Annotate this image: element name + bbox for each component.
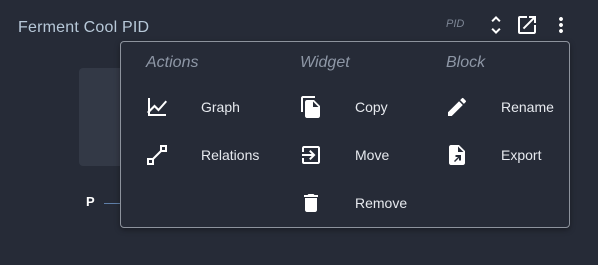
menu-item-remove[interactable]: Remove xyxy=(275,183,421,223)
widget-heading: Widget xyxy=(300,54,350,71)
move-icon xyxy=(299,143,323,167)
trash-icon xyxy=(299,191,323,215)
actions-heading: Actions xyxy=(146,54,199,71)
copy-icon xyxy=(299,95,323,119)
menu-item-export[interactable]: Export xyxy=(421,135,567,175)
widget-title: Ferment Cool PID xyxy=(18,19,150,36)
menu-item-label: Graph xyxy=(201,99,240,115)
menu-item-rename[interactable]: Rename xyxy=(421,87,567,127)
relations-icon xyxy=(145,143,169,167)
menu-item-copy[interactable]: Copy xyxy=(275,87,421,127)
menu-item-label: Move xyxy=(355,147,390,163)
open-in-new-icon[interactable] xyxy=(515,13,539,37)
menu-item-label: Relations xyxy=(201,147,260,163)
chart-line-icon xyxy=(145,95,169,119)
menu-item-label: Rename xyxy=(501,99,554,115)
more-vertical-icon[interactable] xyxy=(549,13,573,37)
pencil-icon xyxy=(445,95,469,119)
expand-collapse-icon[interactable] xyxy=(484,13,508,37)
menu-item-graph[interactable]: Graph xyxy=(121,87,275,127)
menu-item-move[interactable]: Move xyxy=(275,135,421,175)
menu-item-label: Export xyxy=(501,147,542,163)
widget-type-label: PID xyxy=(446,18,465,30)
menu-item-relations[interactable]: Relations xyxy=(121,135,275,175)
export-file-icon xyxy=(445,143,469,167)
menu-item-label: Copy xyxy=(355,99,388,115)
widget-actions-menu: Actions Widget Block Graph Relations Cop… xyxy=(120,41,570,228)
block-heading: Block xyxy=(446,54,486,71)
menu-item-label: Remove xyxy=(355,195,408,211)
p-term-label: P xyxy=(86,194,95,209)
